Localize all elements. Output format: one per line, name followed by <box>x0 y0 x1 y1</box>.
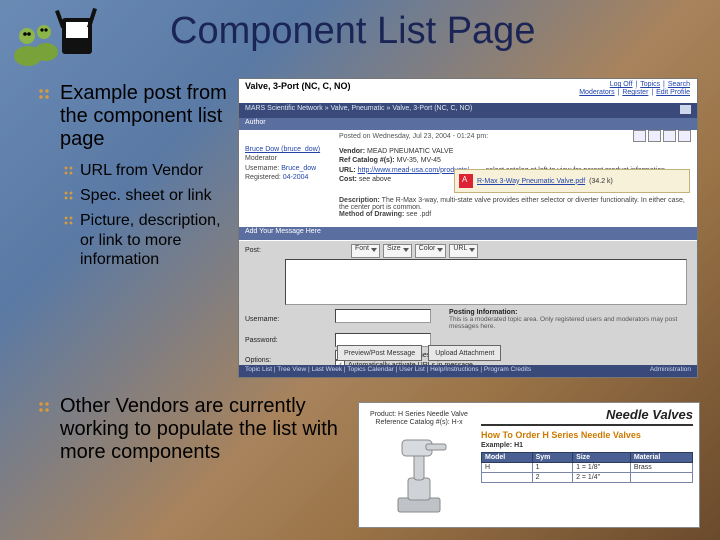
catalog-right: Needle Valves How To Order H Series Need… <box>481 407 693 483</box>
link-topics[interactable]: Topics <box>640 81 660 88</box>
th-size: Size <box>573 453 631 463</box>
breadcrumb-text[interactable]: MARS Scientific Network » Valve, Pneumat… <box>245 105 472 112</box>
posting-info-note: This is a moderated topic area. Only reg… <box>449 316 691 330</box>
author-role: Moderator <box>245 154 333 163</box>
post-author-info: Bruce Dow (bruce_dow) Moderator Username… <box>245 145 333 183</box>
post-tool-icons <box>631 130 691 144</box>
footer-admin[interactable]: Administration <box>650 366 691 377</box>
slide: Component List Page Example post from th… <box>0 0 720 540</box>
pdf-icon <box>459 174 473 188</box>
tool-icon[interactable] <box>648 130 661 142</box>
catalog-screenshot: Product: H Series Needle Valve Reference… <box>358 402 700 528</box>
preview-post-button[interactable]: Preview/Post Message <box>337 345 422 361</box>
sub-bullets: URL from Vendor Spec. sheet or link Pict… <box>70 161 228 269</box>
author-name-link[interactable]: Bruce Dow (bruce_dow) <box>245 145 333 154</box>
vendor-value: MEAD PNEUMATIC VALVE <box>367 148 453 155</box>
drawing-value: see .pdf <box>406 211 431 218</box>
format-dropdowns: Font Size Color URL <box>351 244 478 258</box>
catalog-table: Model Sym Size Material H 1 1 = 1/8" Bra… <box>481 452 693 483</box>
dropdown-url[interactable]: URL <box>449 244 478 258</box>
tool-icon[interactable] <box>633 130 646 142</box>
table-row: H 1 1 = 1/8" Brass <box>482 463 693 473</box>
post-date: Posted on Wednesday, Jul 23, 2004 - 01:2… <box>339 133 488 140</box>
bullet-example-post: Example post from the component list pag… <box>48 82 228 151</box>
catalog-example: Example: H1 <box>481 442 523 449</box>
post-description: Description: The R-Max 3-way, multi-stat… <box>339 197 691 218</box>
link-register[interactable]: Register <box>622 89 648 96</box>
upload-attachment-button[interactable]: Upload Attachment <box>428 345 501 361</box>
link-edit-profile[interactable]: Edit Profile <box>656 89 690 96</box>
author-bar: Author <box>239 118 697 130</box>
dropdown-font[interactable]: Font <box>351 244 380 258</box>
slide-title: Component List Page <box>170 10 535 53</box>
vendor-label: Vendor: <box>339 148 365 155</box>
attachment-name[interactable]: R-Max 3-Way Pneumatic Valve.pdf <box>477 178 585 185</box>
reply-header: Add Your Message Here <box>239 227 697 240</box>
form-username-input[interactable] <box>335 309 431 323</box>
sub-bullet-picture: Picture, description, or link to more in… <box>70 211 228 269</box>
description-label: Description: <box>339 197 380 204</box>
form-buttons: Preview/Post Message Upload Attachment <box>337 345 501 361</box>
dropdown-color[interactable]: Color <box>415 244 447 258</box>
form-password-label: Password: <box>245 337 335 344</box>
robot-arm-image <box>384 434 454 516</box>
catalog-value: MV-35, MV-45 <box>397 157 441 164</box>
table-row: 2 2 = 1/4" <box>482 473 693 483</box>
dropdown-size[interactable]: Size <box>383 244 412 258</box>
link-moderators[interactable]: Moderators <box>579 89 614 96</box>
forum-top-links: Log Off | Topics | Search Moderators | R… <box>578 81 691 98</box>
registered-value: 04-2004 <box>283 174 309 181</box>
catalog-subhead: How To Order H Series Needle Valves <box>481 430 693 440</box>
sub-bullet-spec: Spec. sheet or link <box>70 186 228 205</box>
posting-info-header: Posting Information: <box>449 309 691 316</box>
username-label: Username: <box>245 165 279 172</box>
form-username-label: Username: <box>245 316 335 323</box>
description-value: The R-Max 3-way, multi-state valve provi… <box>339 197 685 211</box>
message-textarea[interactable] <box>285 259 687 305</box>
thread-title: Valve, 3-Port (NC, C, NO) <box>245 81 351 91</box>
tool-icon[interactable] <box>663 130 676 142</box>
reply-form: Post: Font Size Color URL Username: Post… <box>239 241 697 365</box>
th-sym: Sym <box>532 453 572 463</box>
catalog-product-line2: Reference Catalog #(s): H-x <box>365 419 473 427</box>
forum-footer: Topic List | Tree View | Last Week | Top… <box>239 365 697 377</box>
post-label: Post: <box>245 247 261 254</box>
url-label: URL: <box>339 167 356 174</box>
catalog-product-line1: Product: H Series Needle Valve <box>365 411 473 419</box>
attachment-meta: (34.2 k) <box>589 178 613 185</box>
link-logoff[interactable]: Log Off <box>610 81 633 88</box>
bullet-other-vendors: Other Vendors are currently working to p… <box>48 395 358 464</box>
cost-label: Cost: <box>339 176 357 183</box>
clipart-dragon <box>8 6 98 70</box>
attachment-box[interactable]: R-Max 3-Way Pneumatic Valve.pdf (34.2 k) <box>454 169 690 193</box>
th-model: Model <box>482 453 533 463</box>
th-material: Material <box>630 453 692 463</box>
sub-bullet-url: URL from Vendor <box>70 161 228 180</box>
footer-links[interactable]: Topic List | Tree View | Last Week | Top… <box>245 366 531 377</box>
registered-label: Registered: <box>245 174 281 181</box>
link-search[interactable]: Search <box>668 81 690 88</box>
drawing-label: Method of Drawing: <box>339 211 404 218</box>
form-options-label: Options: <box>245 357 335 364</box>
cost-value: see above <box>359 176 391 183</box>
bullet-other-vendors-wrap: Other Vendors are currently working to p… <box>48 395 358 474</box>
tool-icon[interactable] <box>678 130 691 142</box>
username-value: Bruce_dow <box>281 165 316 172</box>
catalog-header: Needle Valves <box>481 407 693 426</box>
catalog-left: Product: H Series Needle Valve Reference… <box>365 411 473 516</box>
bullet-column: Example post from the component list pag… <box>48 82 228 275</box>
forum-screenshot: Valve, 3-Port (NC, C, NO) Log Off | Topi… <box>238 78 698 378</box>
printer-icon[interactable] <box>680 105 691 114</box>
breadcrumb: MARS Scientific Network » Valve, Pneumat… <box>239 103 697 118</box>
catalog-label: Ref Catalog #(s): <box>339 157 395 164</box>
